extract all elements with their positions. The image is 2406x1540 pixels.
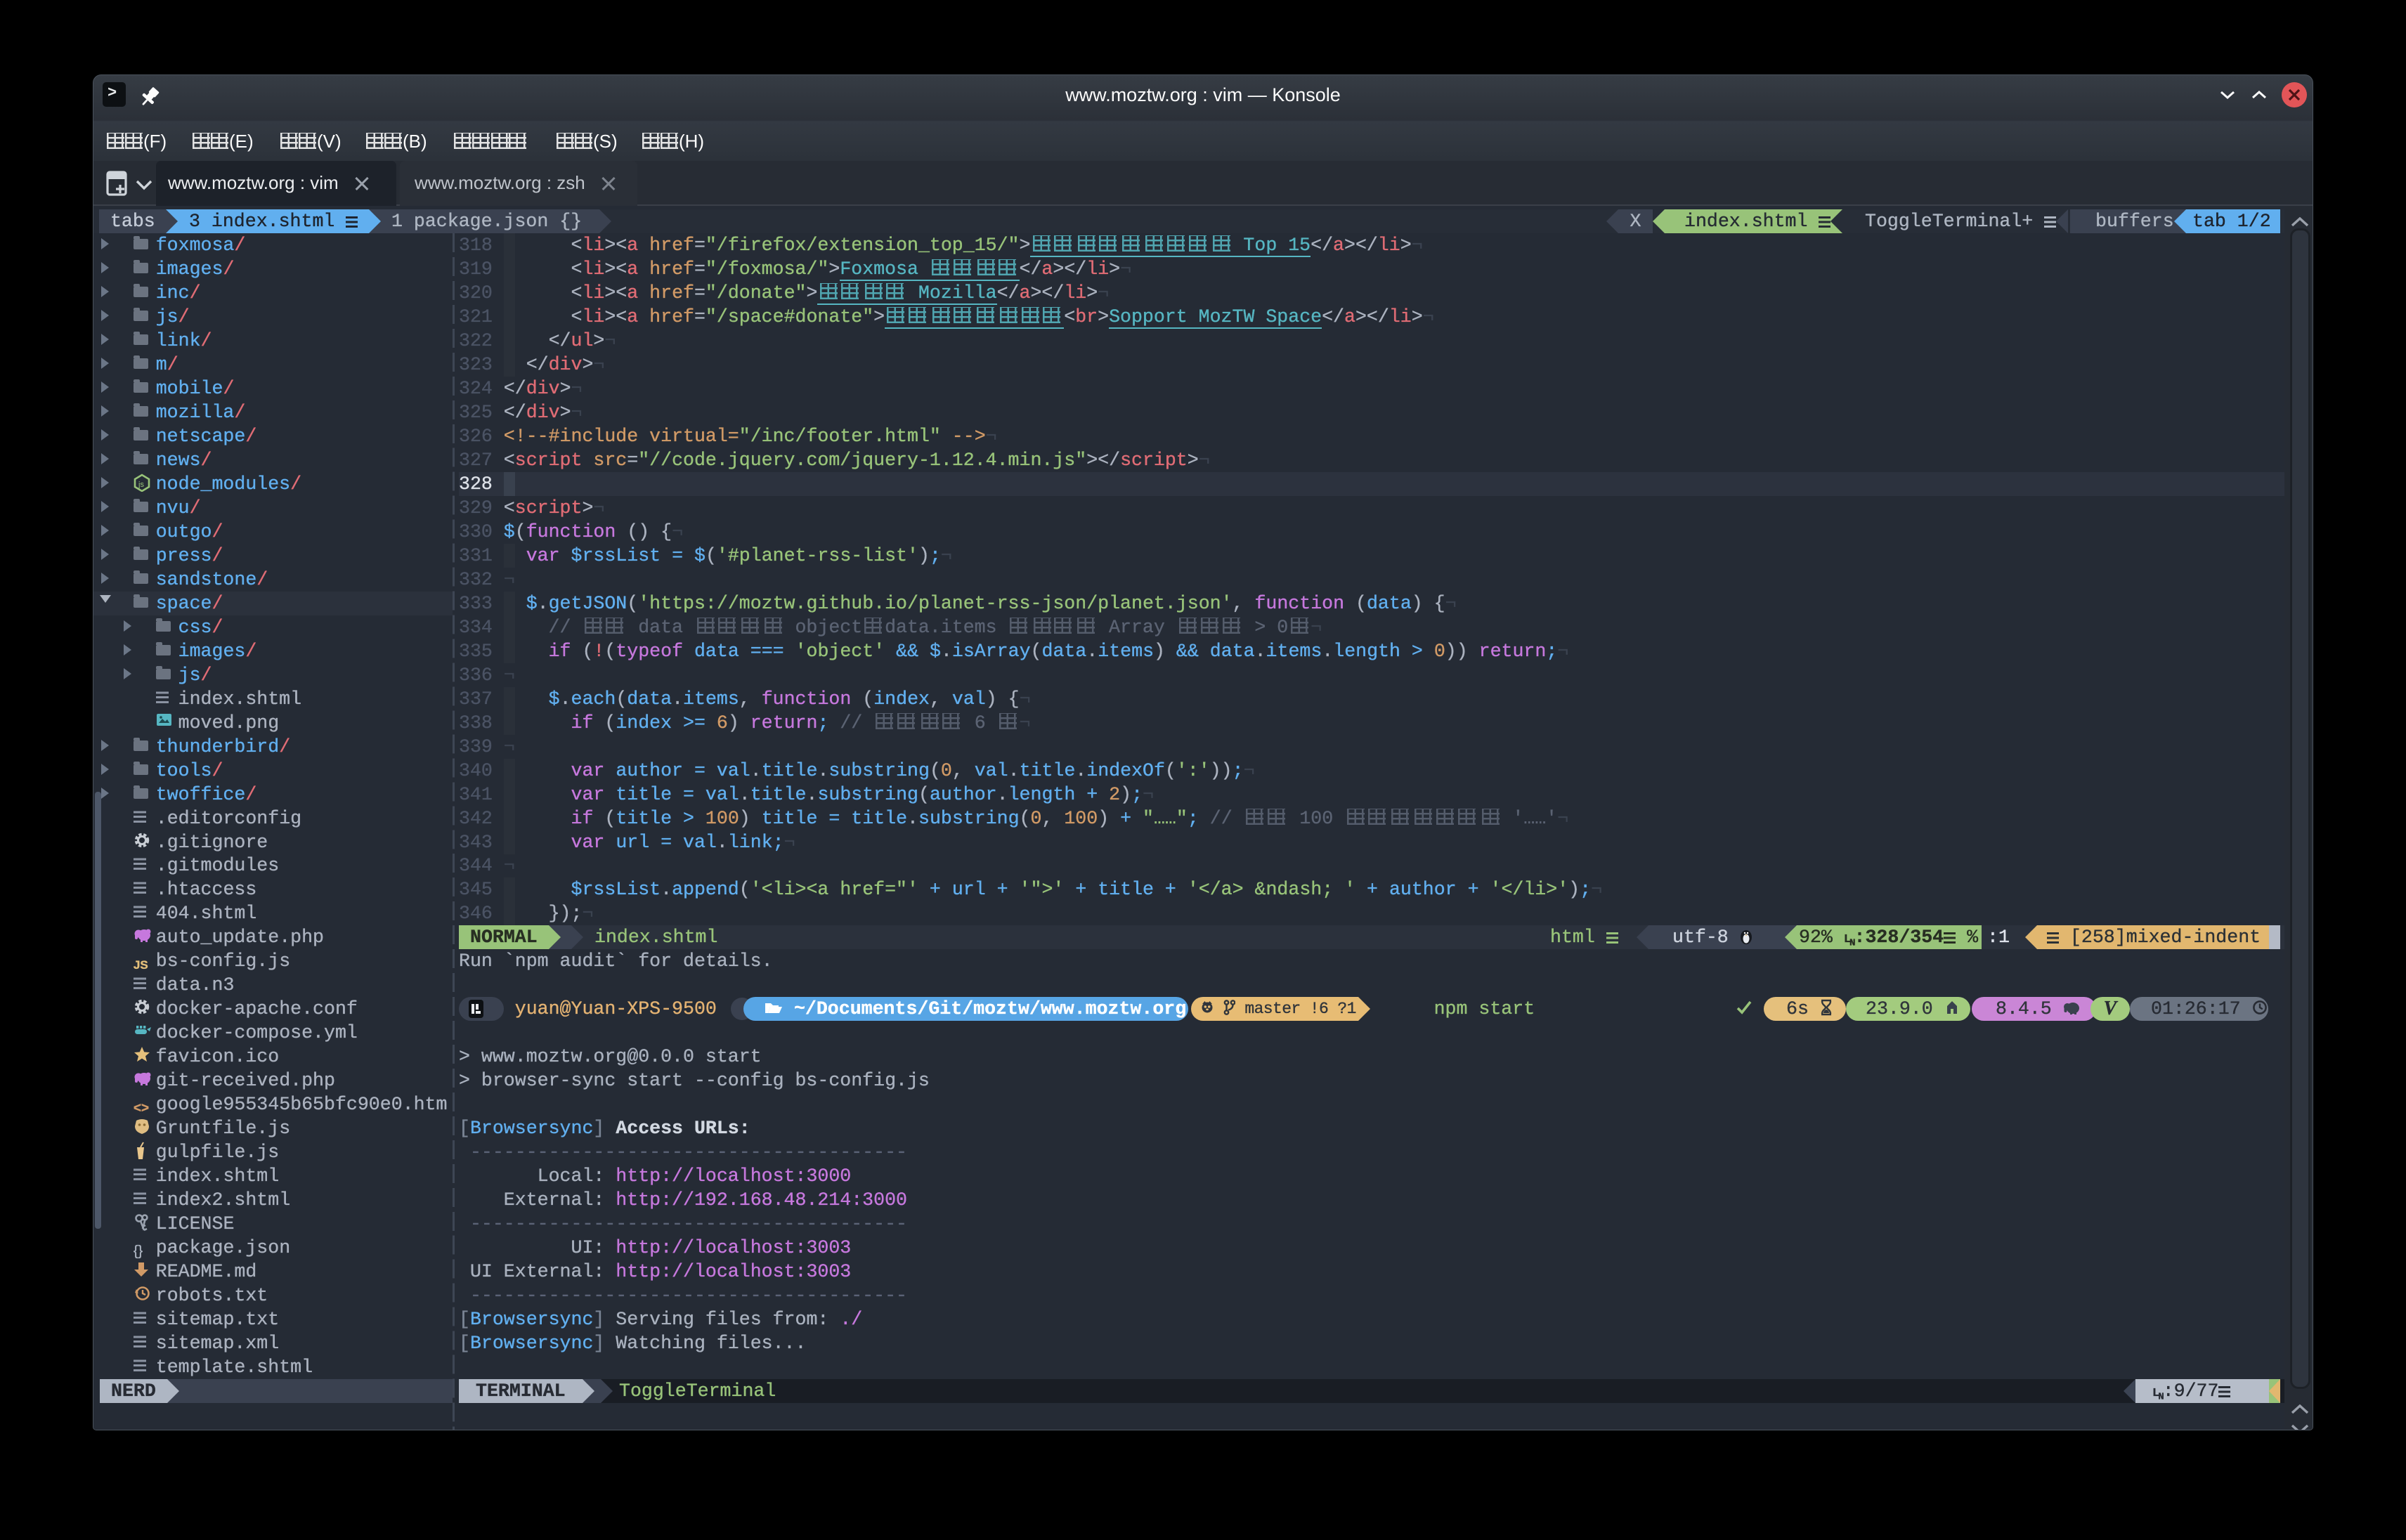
svg-text:js: js [138,481,144,489]
